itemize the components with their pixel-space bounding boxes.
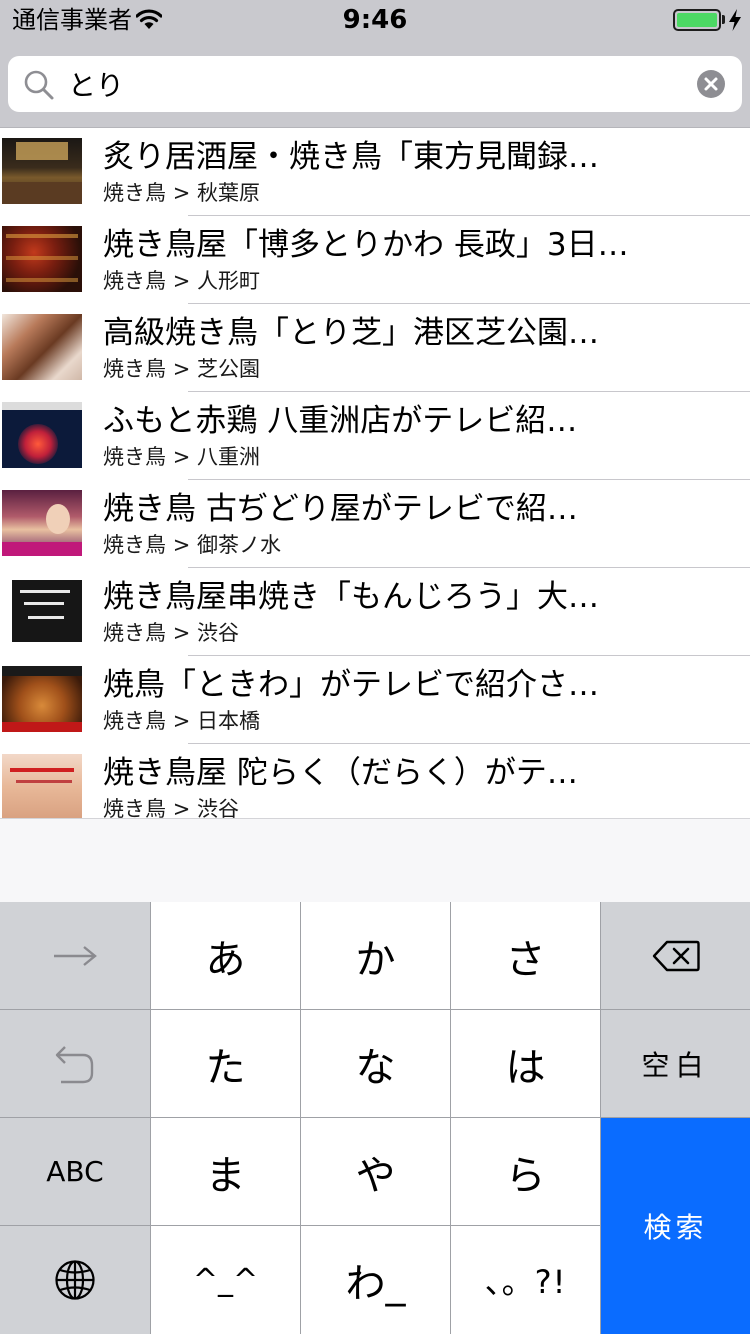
result-subtitle: 焼き鳥 > 渋谷 bbox=[103, 619, 239, 647]
result-area: 芝公園 bbox=[196, 357, 260, 381]
result-thumbnail bbox=[2, 666, 82, 732]
clear-search-button[interactable] bbox=[697, 70, 725, 98]
result-subtitle: 焼き鳥 > 芝公園 bbox=[103, 355, 260, 383]
result-subtitle: 焼き鳥 > 人形町 bbox=[103, 267, 260, 295]
key-ta[interactable]: た bbox=[151, 1010, 300, 1117]
key-ya[interactable]: や bbox=[301, 1118, 450, 1225]
result-row[interactable]: 焼き鳥 古ぢどり屋がテレビで紹… 焼き鳥 > 御茶ノ水 bbox=[0, 480, 750, 568]
result-row[interactable]: ふもと赤鶏 八重洲店がテレビ紹… 焼き鳥 > 八重洲 bbox=[0, 392, 750, 480]
result-title: 焼き鳥 古ぢどり屋がテレビで紹… bbox=[103, 491, 578, 527]
result-category: 焼き鳥 bbox=[103, 709, 166, 733]
clock: 9:46 bbox=[342, 5, 408, 35]
space-key[interactable]: 空白 bbox=[601, 1010, 750, 1117]
result-title: 焼鳥「ときわ」がテレビで紹介さ… bbox=[103, 667, 599, 703]
result-thumbnail bbox=[2, 138, 82, 204]
key-ra[interactable]: ら bbox=[451, 1118, 600, 1225]
result-subtitle: 焼き鳥 > 日本橋 bbox=[103, 707, 260, 735]
undo-icon bbox=[55, 1045, 94, 1083]
search-field[interactable] bbox=[8, 56, 742, 112]
result-category: 焼き鳥 bbox=[103, 181, 166, 205]
result-title: 高級焼き鳥「とり芝」港区芝公園… bbox=[103, 315, 599, 351]
result-area: 八重洲 bbox=[196, 445, 260, 469]
breadcrumb-separator: > bbox=[172, 357, 191, 381]
result-category: 焼き鳥 bbox=[103, 445, 166, 469]
result-thumbnail bbox=[2, 490, 82, 556]
result-area: 日本橋 bbox=[196, 709, 260, 733]
breadcrumb-separator: > bbox=[172, 621, 191, 645]
candidate-bar bbox=[0, 818, 750, 902]
result-category: 焼き鳥 bbox=[103, 357, 166, 381]
emoticon-key[interactable]: ^_^ bbox=[151, 1226, 300, 1334]
next-candidate-key[interactable] bbox=[0, 902, 150, 1009]
result-thumbnail bbox=[2, 226, 82, 292]
result-subtitle: 焼き鳥 > 渋谷 bbox=[103, 795, 239, 818]
key-ma[interactable]: ま bbox=[151, 1118, 300, 1225]
result-subtitle: 焼き鳥 > 秋葉原 bbox=[103, 179, 260, 207]
breadcrumb-separator: > bbox=[172, 181, 191, 205]
result-thumbnail bbox=[2, 402, 82, 468]
breadcrumb-separator: > bbox=[172, 445, 191, 469]
battery-icon bbox=[673, 9, 721, 31]
breadcrumb-separator: > bbox=[172, 709, 191, 733]
key-ha[interactable]: は bbox=[451, 1010, 600, 1117]
results-list: 炙り居酒屋・焼き鳥「東方見聞録… 焼き鳥 > 秋葉原 焼き鳥屋「博多とりかわ 長… bbox=[0, 128, 750, 818]
key-na[interactable]: な bbox=[301, 1010, 450, 1117]
search-icon bbox=[24, 70, 54, 100]
charging-bolt-icon bbox=[729, 9, 741, 31]
result-category: 焼き鳥 bbox=[103, 797, 166, 818]
result-category: 焼き鳥 bbox=[103, 533, 166, 557]
result-thumbnail bbox=[2, 314, 82, 380]
search-bar bbox=[0, 40, 750, 128]
breadcrumb-separator: > bbox=[172, 533, 191, 557]
result-thumbnail bbox=[2, 578, 82, 644]
result-title: 焼き鳥屋「博多とりかわ 長政」3日… bbox=[103, 227, 629, 263]
punctuation-key[interactable]: 、。?! bbox=[451, 1226, 600, 1334]
arrow-right-icon bbox=[54, 945, 97, 966]
result-area: 御茶ノ水 bbox=[196, 533, 281, 557]
result-title: 焼き鳥屋串焼き「もんじろう」大… bbox=[103, 579, 599, 615]
undo-key[interactable] bbox=[0, 1010, 150, 1117]
breadcrumb-separator: > bbox=[172, 269, 191, 293]
search-input[interactable] bbox=[68, 64, 688, 104]
result-row[interactable]: 焼き鳥屋「博多とりかわ 長政」3日… 焼き鳥 > 人形町 bbox=[0, 216, 750, 304]
kana-keyboard: あ か さ た な は 空白 ABC ま や ら 検索 ^_^ わ_ 、。?! bbox=[0, 902, 750, 1334]
result-row[interactable]: 焼き鳥屋 陀らく（だらく）がテ… 焼き鳥 > 渋谷 bbox=[0, 744, 750, 818]
abc-key[interactable]: ABC bbox=[0, 1118, 150, 1225]
result-title: ふもと赤鶏 八重洲店がテレビ紹… bbox=[103, 403, 578, 439]
breadcrumb-separator: > bbox=[172, 797, 191, 818]
clear-icon bbox=[704, 77, 718, 91]
result-title: 焼き鳥屋 陀らく（だらく）がテ… bbox=[103, 755, 578, 791]
backspace-icon bbox=[652, 940, 700, 971]
result-area: 渋谷 bbox=[196, 621, 239, 645]
result-row[interactable]: 焼鳥「ときわ」がテレビで紹介さ… 焼き鳥 > 日本橋 bbox=[0, 656, 750, 744]
key-ka[interactable]: か bbox=[301, 902, 450, 1009]
result-thumbnail bbox=[2, 754, 82, 818]
globe-icon bbox=[55, 1260, 95, 1300]
result-title: 炙り居酒屋・焼き鳥「東方見聞録… bbox=[103, 139, 599, 175]
battery-tip bbox=[722, 15, 725, 24]
result-area: 秋葉原 bbox=[196, 181, 260, 205]
backspace-key[interactable] bbox=[601, 902, 750, 1009]
result-subtitle: 焼き鳥 > 御茶ノ水 bbox=[103, 531, 281, 559]
key-sa[interactable]: さ bbox=[451, 902, 600, 1009]
status-bar: 通信事業者 9:46 bbox=[0, 0, 750, 40]
result-area: 人形町 bbox=[196, 269, 260, 293]
result-row[interactable]: 焼き鳥屋串焼き「もんじろう」大… 焼き鳥 > 渋谷 bbox=[0, 568, 750, 656]
result-subtitle: 焼き鳥 > 八重洲 bbox=[103, 443, 260, 471]
key-a[interactable]: あ bbox=[151, 902, 300, 1009]
result-row[interactable]: 炙り居酒屋・焼き鳥「東方見聞録… 焼き鳥 > 秋葉原 bbox=[0, 128, 750, 216]
result-row[interactable]: 高級焼き鳥「とり芝」港区芝公園… 焼き鳥 > 芝公園 bbox=[0, 304, 750, 392]
globe-key[interactable] bbox=[0, 1226, 150, 1334]
result-category: 焼き鳥 bbox=[103, 269, 166, 293]
key-wa[interactable]: わ_ bbox=[301, 1226, 450, 1334]
search-key[interactable]: 検索 bbox=[601, 1118, 750, 1334]
result-category: 焼き鳥 bbox=[103, 621, 166, 645]
result-area: 渋谷 bbox=[196, 797, 239, 818]
